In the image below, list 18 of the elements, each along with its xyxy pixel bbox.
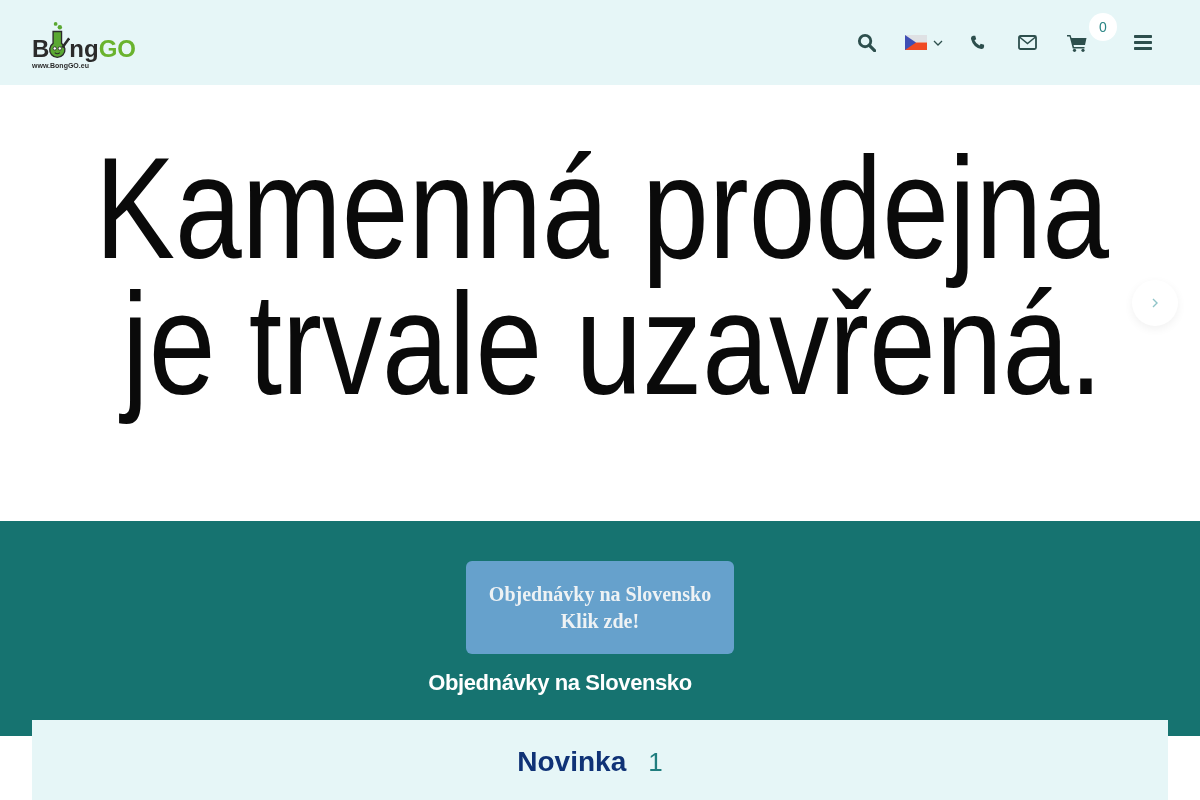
czech-flag-icon (905, 35, 927, 50)
search-icon (856, 33, 876, 52)
section-title: Novinka (517, 745, 627, 779)
chevron-down-icon (933, 39, 943, 46)
cart-count-badge: 0 (1089, 12, 1117, 41)
logo-text: GO (98, 37, 136, 60)
promo-banner[interactable]: Objednávky na Slovensko Klik zde! (466, 561, 734, 654)
envelope-icon (1017, 35, 1037, 50)
banner-heading: Kamenná prodejna je trvale uzavřená. (95, 138, 1110, 427)
phone-icon (969, 35, 985, 50)
logo-text: B (32, 37, 50, 60)
cart-icon (1067, 33, 1087, 52)
logo-text: ng (69, 37, 99, 60)
bong-icon (48, 19, 71, 60)
menu-icon (1134, 35, 1152, 50)
chevron-right-icon (1152, 298, 1158, 308)
promo-caption: Objednávky na Slovensko (428, 669, 692, 697)
section-count: 1 (648, 746, 663, 779)
